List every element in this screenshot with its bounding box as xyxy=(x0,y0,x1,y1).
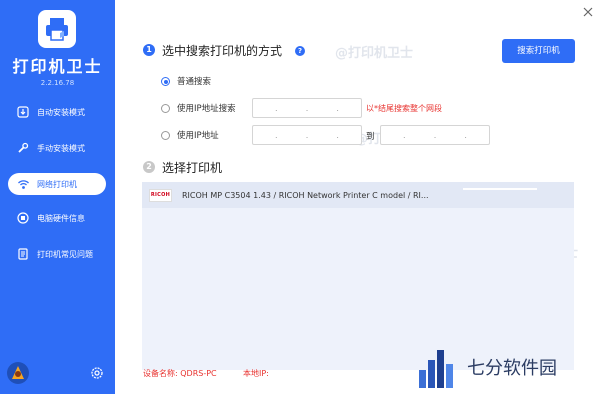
range-to-label: 到 xyxy=(366,132,375,142)
network-printer-icon xyxy=(16,177,30,191)
row-scroll-indicator xyxy=(463,188,537,190)
sidebar-item-auto-install[interactable]: 自动安装模式 xyxy=(8,101,106,123)
sidebar-item-label: 网络打印机 xyxy=(37,179,77,189)
section-number: 1 xyxy=(143,44,155,56)
search-printer-button[interactable]: 搜索打印机 xyxy=(502,39,575,63)
avatar[interactable] xyxy=(6,361,30,385)
hardware-icon xyxy=(16,211,30,225)
app-version: 2.2.16.78 xyxy=(40,79,75,87)
sidebar-item-manual-install[interactable]: 手动安装模式 xyxy=(8,137,106,159)
printer-name: RICOH MP C3504 1.43 / RICOH Network Prin… xyxy=(182,190,429,200)
gear-icon[interactable] xyxy=(90,366,104,380)
sidebar-item-label: 电脑硬件信息 xyxy=(37,213,85,223)
radio-ip-search[interactable] xyxy=(161,104,170,113)
wrench-icon xyxy=(16,141,30,155)
sidebar-item-network-printer[interactable]: 网络打印机 xyxy=(8,173,106,195)
sidebar-item-hardware-info[interactable]: 电脑硬件信息 xyxy=(8,207,106,229)
sidebar: 打印机卫士 2.2.16.78 自动安装模式 手动安装模式 网络打印机 电脑硬件… xyxy=(0,0,115,394)
section-title: 选中搜索打印机的方式 xyxy=(162,44,283,58)
list-item[interactable]: RICOH RICOH MP C3504 1.43 / RICOH Networ… xyxy=(142,182,574,208)
app-title: 打印机卫士 xyxy=(12,57,103,76)
radio-normal-search[interactable] xyxy=(161,77,170,86)
device-name-label: 设备名称: QDRS-PC xyxy=(143,369,217,378)
bar-chart-logo-icon xyxy=(419,350,453,388)
faq-book-icon xyxy=(16,247,30,261)
help-icon[interactable]: ? xyxy=(295,46,305,56)
brand-text: 七分软件园 xyxy=(467,358,557,379)
watermark: @打印机卫士 xyxy=(335,46,414,61)
app-logo xyxy=(38,10,76,48)
sidebar-item-faq[interactable]: 打印机常见问题 xyxy=(8,243,106,265)
radio-label: 使用IP地址 xyxy=(177,131,219,141)
ip-range-start-input[interactable]: . . . xyxy=(252,125,362,145)
ricoh-logo: RICOH xyxy=(149,188,172,202)
brand-logo: 七分软件园 xyxy=(415,344,595,390)
ip-input[interactable]: . . . xyxy=(252,98,362,118)
section-number: 2 xyxy=(143,161,155,173)
main-panel: @打印机卫士 @打印机卫士 @打印机卫士 @打印机卫士 @打印机卫士 @打印机卫… xyxy=(115,0,600,394)
printer-list: RICOH RICOH MP C3504 1.43 / RICOH Networ… xyxy=(142,182,574,370)
printer-logo-icon xyxy=(46,18,68,41)
download-box-icon xyxy=(16,105,30,119)
ip-hint: 以*结尾搜索整个网段 xyxy=(366,104,442,113)
section-title: 选择打印机 xyxy=(162,161,223,175)
radio-label: 使用IP地址搜索 xyxy=(177,104,236,114)
local-ip-label: 本地IP: xyxy=(243,369,269,378)
sidebar-item-label: 打印机常见问题 xyxy=(37,249,93,259)
sidebar-item-label: 自动安装模式 xyxy=(37,107,85,117)
radio-ip-range[interactable] xyxy=(161,131,170,140)
sidebar-item-label: 手动安装模式 xyxy=(37,143,85,153)
ip-range-end-input[interactable]: . . . xyxy=(380,125,490,145)
radio-label: 普通搜索 xyxy=(177,77,212,87)
